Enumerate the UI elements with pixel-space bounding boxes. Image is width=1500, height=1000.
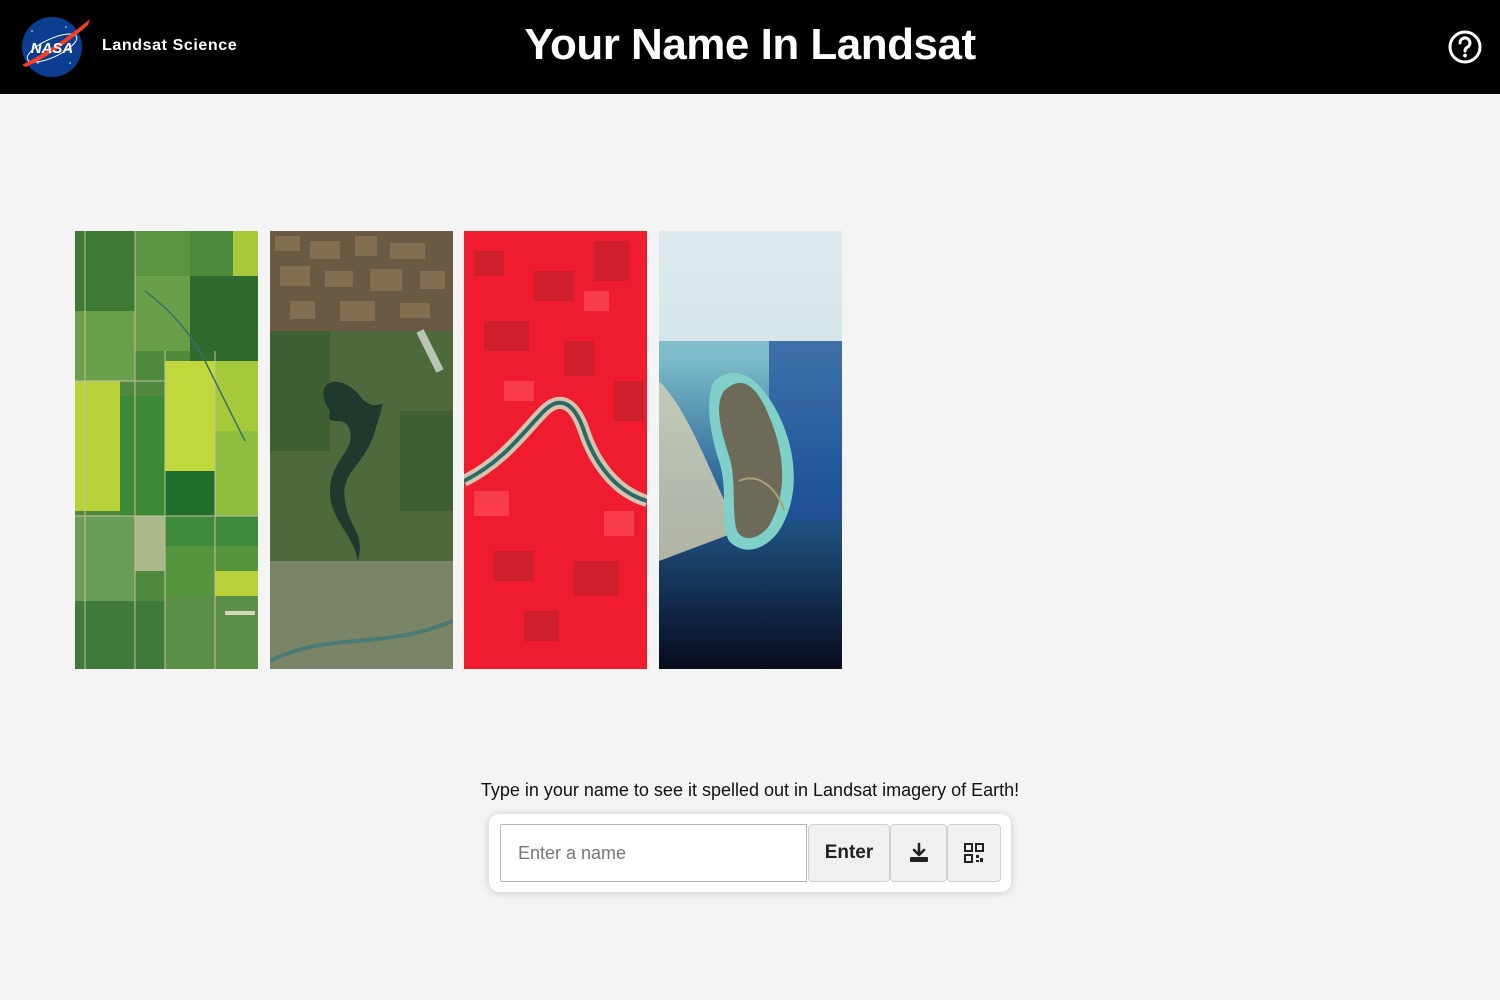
app-header: NASA Landsat Science Your Name In Landsa… [0, 0, 1500, 94]
name-input[interactable] [500, 824, 807, 882]
letter-tile-2[interactable] [270, 231, 453, 669]
letter-tile-3[interactable] [464, 231, 647, 669]
qr-code-button[interactable] [947, 824, 1001, 882]
qr-code-icon [964, 843, 984, 863]
enter-button[interactable]: Enter [808, 824, 890, 882]
download-icon [909, 842, 928, 862]
page-title: Your Name In Landsat [524, 20, 976, 69]
download-button[interactable] [890, 824, 947, 882]
letter-tile-4[interactable] [659, 231, 842, 669]
letter-tile-1[interactable] [75, 231, 258, 669]
instruction-text: Type in your name to see it spelled out … [480, 780, 1020, 800]
name-form: Enter [489, 814, 1011, 892]
question-circle-icon[interactable] [1448, 30, 1482, 64]
